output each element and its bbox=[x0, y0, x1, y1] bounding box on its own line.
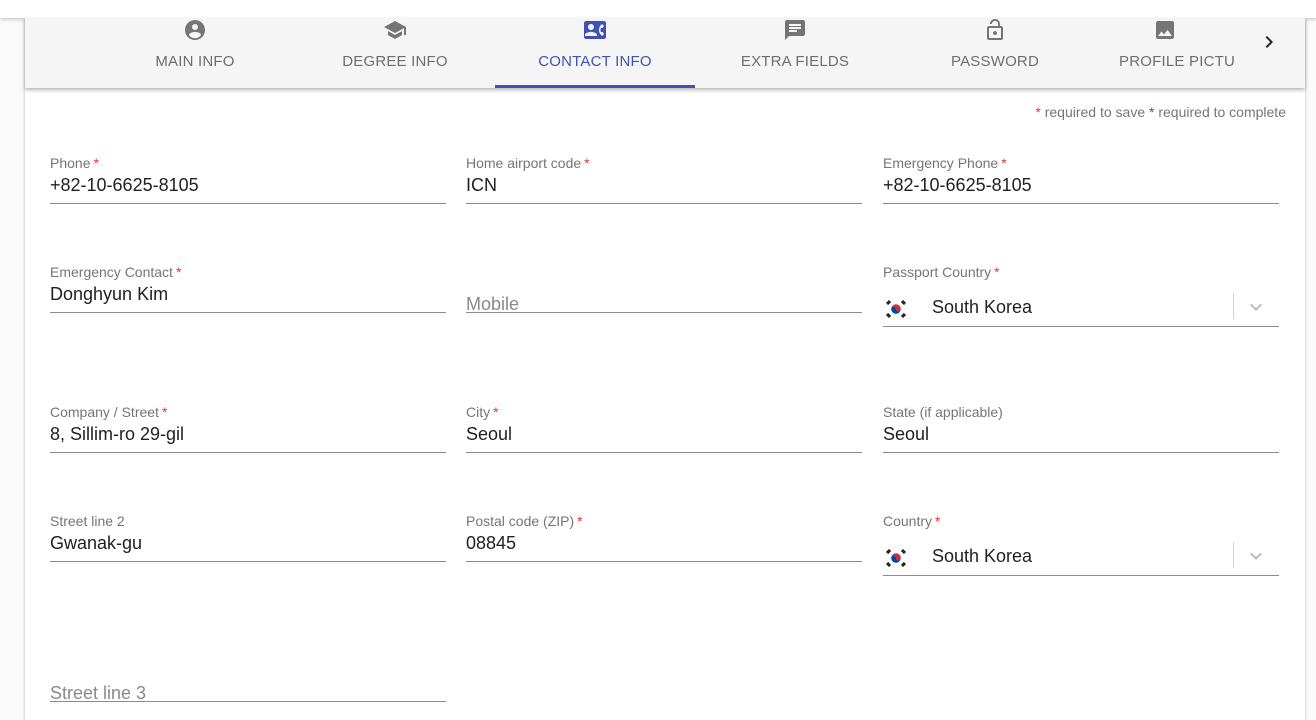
account-circle-icon bbox=[183, 18, 207, 42]
company-street-field[interactable]: Company / Street * 8, Sillim-ro 29-gil bbox=[50, 404, 446, 464]
image-icon bbox=[1153, 18, 1177, 42]
required-legend: * required to save * required to complet… bbox=[1035, 104, 1286, 120]
lock-icon bbox=[983, 18, 1007, 42]
tab-label: DEGREE INFO bbox=[342, 53, 448, 70]
home-airport-code-input[interactable]: ICN bbox=[466, 175, 497, 196]
tab-label: MAIN INFO bbox=[155, 53, 235, 70]
school-icon bbox=[383, 18, 407, 42]
tab-label: EXTRA FIELDS bbox=[740, 53, 850, 70]
street-line-2-underline bbox=[50, 561, 446, 562]
emergency-contact-label: Emergency Contact * bbox=[50, 264, 182, 280]
south-korea-flag-icon bbox=[883, 545, 909, 571]
street-line-2-field[interactable]: Street line 2 Gwanak-gu bbox=[50, 513, 446, 573]
profile-card: MAIN INFO DEGREE INFO CONTACT INFO EXTRA… bbox=[25, 18, 1305, 720]
chevron-right-icon bbox=[1265, 36, 1273, 48]
emergency-contact-underline bbox=[50, 312, 446, 313]
required-complete-star: * bbox=[1149, 104, 1155, 120]
chevron-down-icon[interactable] bbox=[1244, 544, 1268, 568]
select-separator bbox=[1233, 293, 1234, 319]
postal-code-input[interactable]: 08845 bbox=[466, 533, 516, 554]
tab-password[interactable]: PASSWORD bbox=[895, 18, 1095, 88]
required-save-text: required to save bbox=[1044, 104, 1146, 120]
company-street-underline bbox=[50, 452, 446, 453]
tab-degree-info[interactable]: DEGREE INFO bbox=[295, 18, 495, 88]
street-line-3-field[interactable]: Street line 3 bbox=[50, 653, 446, 713]
phone-underline bbox=[50, 203, 446, 204]
required-complete-text: required to complete bbox=[1158, 104, 1286, 120]
chevron-down-icon[interactable] bbox=[1244, 295, 1268, 319]
select-separator bbox=[1233, 542, 1234, 568]
tab-profile-picture[interactable]: PROFILE PICTU bbox=[1095, 18, 1235, 88]
contact-card-icon bbox=[583, 18, 607, 42]
chat-message-icon bbox=[783, 18, 807, 42]
country-select[interactable]: Country * South Korea bbox=[883, 513, 1279, 579]
tab-label: CONTACT INFO bbox=[538, 53, 652, 70]
phone-input[interactable]: +82-10-6625-8105 bbox=[50, 175, 199, 196]
street-line-2-label: Street line 2 bbox=[50, 513, 125, 529]
state-label: State (if applicable) bbox=[883, 404, 1003, 420]
tab-extra-fields[interactable]: EXTRA FIELDS bbox=[695, 18, 895, 88]
phone-field[interactable]: Phone * +82-10-6625-8105 bbox=[50, 155, 446, 215]
city-underline bbox=[466, 452, 862, 453]
emergency-phone-input[interactable]: +82-10-6625-8105 bbox=[883, 175, 1032, 196]
emergency-phone-field[interactable]: Emergency Phone * +82-10-6625-8105 bbox=[883, 155, 1279, 215]
home-airport-code-underline bbox=[466, 203, 862, 204]
passport-country-label: Passport Country * bbox=[883, 264, 1000, 280]
postal-code-label: Postal code (ZIP) * bbox=[466, 513, 583, 529]
company-street-label: Company / Street * bbox=[50, 404, 168, 420]
emergency-contact-field[interactable]: Emergency Contact * Donghyun Kim bbox=[50, 264, 446, 324]
street-line-3-underline bbox=[50, 701, 446, 702]
home-airport-code-label: Home airport code * bbox=[466, 155, 590, 171]
city-label: City * bbox=[466, 404, 499, 420]
home-airport-code-field[interactable]: Home airport code * ICN bbox=[466, 155, 862, 215]
mobile-field[interactable]: Mobile bbox=[466, 264, 862, 324]
emergency-phone-underline bbox=[883, 203, 1279, 204]
tab-label: PROFILE PICTU bbox=[1119, 53, 1235, 70]
emergency-contact-input[interactable]: Donghyun Kim bbox=[50, 284, 168, 305]
country-value: South Korea bbox=[932, 546, 1033, 566]
country-underline bbox=[883, 575, 1279, 576]
tabs-scroll-next-button[interactable] bbox=[1257, 28, 1281, 56]
street-line-2-input[interactable]: Gwanak-gu bbox=[50, 533, 142, 554]
postal-code-field[interactable]: Postal code (ZIP) * 08845 bbox=[466, 513, 862, 573]
passport-country-select[interactable]: Passport Country * South Korea bbox=[883, 264, 1279, 330]
emergency-phone-label: Emergency Phone * bbox=[883, 155, 1007, 171]
state-field[interactable]: State (if applicable) Seoul bbox=[883, 404, 1279, 464]
south-korea-flag-icon bbox=[883, 296, 909, 322]
state-input[interactable]: Seoul bbox=[883, 424, 929, 445]
city-field[interactable]: City * Seoul bbox=[466, 404, 862, 464]
tab-main-info[interactable]: MAIN INFO bbox=[95, 18, 295, 88]
country-label: Country * bbox=[883, 513, 941, 529]
top-app-bar bbox=[0, 0, 1316, 18]
city-input[interactable]: Seoul bbox=[466, 424, 512, 445]
required-save-star: * bbox=[1035, 104, 1041, 120]
state-underline bbox=[883, 452, 1279, 453]
company-street-input[interactable]: 8, Sillim-ro 29-gil bbox=[50, 424, 184, 445]
phone-label: Phone * bbox=[50, 155, 99, 171]
passport-country-value: South Korea bbox=[932, 297, 1033, 317]
mobile-underline bbox=[466, 312, 862, 313]
tab-label: PASSWORD bbox=[951, 53, 1039, 70]
tab-bar: MAIN INFO DEGREE INFO CONTACT INFO EXTRA… bbox=[25, 18, 1305, 88]
passport-country-underline bbox=[883, 326, 1279, 327]
tab-contact-info[interactable]: CONTACT INFO bbox=[495, 18, 695, 88]
postal-code-underline bbox=[466, 561, 862, 562]
